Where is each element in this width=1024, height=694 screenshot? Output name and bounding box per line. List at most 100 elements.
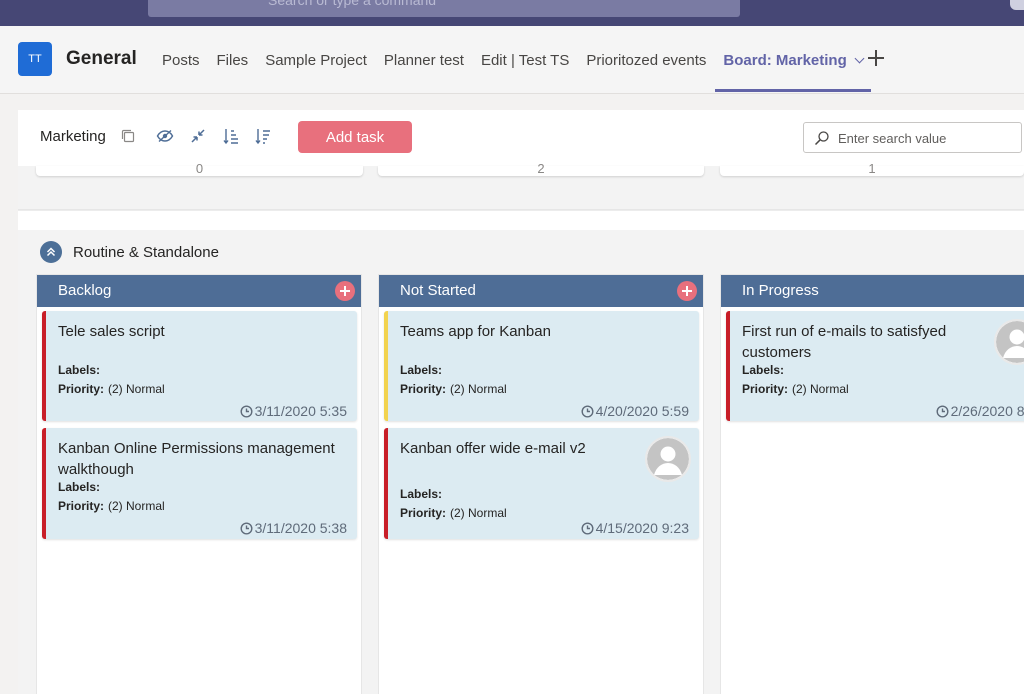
column-header: Backlog [37, 275, 361, 307]
summary-card-in-progress: 1 [720, 161, 1024, 176]
card-title: Kanban offer wide e-mail v2 [400, 440, 586, 457]
channel-tabs: Posts Files Sample Project Planner test … [154, 26, 872, 94]
task-card[interactable]: Kanban Online Permissions management wal… [42, 428, 357, 539]
task-count: 0 [195, 161, 204, 176]
column-in-progress: In Progress First run of e-mails to sati… [720, 274, 1024, 694]
summary-card-not-started: 2 [378, 161, 704, 176]
card-date: 4/15/2020 9:23 [581, 520, 689, 536]
clock-icon [581, 521, 594, 535]
priority-label: Priority: [400, 382, 447, 396]
add-card-icon[interactable] [335, 281, 355, 301]
command-search-bar[interactable]: Search or type a command [148, 0, 740, 17]
board-name: Marketing [40, 128, 106, 145]
board-toolbar: Marketing Add task [18, 110, 1024, 166]
priority-value: (2) Normal [792, 382, 849, 396]
tab-label: Prioritozed events [586, 51, 707, 69]
tab-label: Sample Project [265, 51, 367, 69]
column-title: Not Started [400, 282, 476, 299]
card-title: First run of e-mails to satisfyed custom… [742, 323, 947, 361]
task-card[interactable]: Tele sales script Labels: Priority: (2) N… [42, 311, 357, 421]
tab-board-marketing[interactable]: Board: Marketing [715, 26, 872, 94]
summary-card-backlog: 0 [36, 161, 363, 176]
user-avatar-icon[interactable] [994, 319, 1024, 365]
chevron-down-icon[interactable] [854, 53, 865, 63]
column-backlog: Backlog Tele sales script Labels: Priori… [36, 274, 362, 694]
priority-label: Priority: [58, 499, 105, 513]
column-title: In Progress [742, 282, 819, 299]
card-priority: Priority: (2) Normal [58, 499, 165, 513]
card-priority: Priority: (2) Normal [400, 382, 507, 396]
card-title: Tele sales script [58, 323, 165, 340]
command-search-placeholder: Search or type a command [268, 0, 437, 8]
team-avatar[interactable]: TT [18, 42, 52, 76]
priority-value: (2) Normal [108, 382, 165, 396]
priority-label: Priority: [58, 382, 105, 396]
column-header: Not Started [379, 275, 703, 307]
task-card[interactable]: First run of e-mails to satisfyed custom… [726, 311, 1024, 421]
kanban-board: Marketing Add task 0 2 1 [18, 110, 1024, 694]
clock-icon [581, 404, 594, 418]
add-card-icon[interactable] [677, 281, 697, 301]
sort-descending-icon[interactable] [253, 126, 273, 146]
priority-label: Priority: [400, 506, 447, 520]
collapse-chevron-icon[interactable] [40, 241, 62, 263]
add-tab-icon[interactable] [866, 48, 886, 68]
column-header: In Progress [721, 275, 1024, 307]
card-title: Teams app for Kanban [400, 323, 551, 340]
card-labels: Labels: [400, 363, 443, 377]
priority-value: (2) Normal [108, 499, 165, 513]
card-date: 3/11/2020 5:38 [240, 520, 347, 536]
channel-name: General [66, 48, 137, 69]
card-labels: Labels: [58, 363, 101, 377]
clock-icon [936, 404, 949, 418]
date-text: 3/11/2020 5:35 [254, 403, 347, 419]
tab-label: Board: Marketing [723, 51, 847, 69]
tab-label: Planner test [383, 51, 464, 69]
column-title: Backlog [58, 282, 112, 299]
card-priority: Priority: (2) Normal [400, 506, 507, 520]
tab-sample-project[interactable]: Sample Project [257, 26, 375, 94]
search-box[interactable] [803, 122, 1022, 153]
card-priority: Priority: (2) Normal [742, 382, 849, 396]
swimlane: Routine & Standalone Backlog Tele sales … [18, 230, 1024, 694]
task-card[interactable]: Kanban offer wide e-mail v2 Labels: Prio… [384, 428, 699, 539]
card-labels: Labels: [742, 363, 785, 377]
summary-strip: 0 2 1 [18, 161, 1024, 210]
search-icon [814, 130, 830, 151]
date-text: 4/20/2020 5:59 [595, 403, 689, 419]
tab-label: Files [216, 51, 249, 69]
search-input[interactable] [838, 128, 1013, 148]
task-count: 1 [868, 161, 876, 176]
card-date: 2/26/2020 8:37 [936, 403, 1024, 419]
collapse-icon[interactable] [188, 126, 208, 146]
task-count: 2 [537, 161, 545, 176]
profile-avatar[interactable] [1010, 0, 1024, 10]
tab-prioritozed-events[interactable]: Prioritozed events [578, 26, 714, 94]
tab-edit-test-ts[interactable]: Edit | Test TS [473, 26, 577, 94]
task-card[interactable]: Teams app for Kanban Labels: Priority: (2… [384, 311, 699, 421]
priority-value: (2) Normal [450, 382, 507, 396]
copy-icon[interactable] [118, 126, 138, 146]
priority-value: (2) Normal [450, 506, 507, 520]
column-not-started: Not Started Teams app for Kanban Labels:… [378, 274, 704, 694]
sort-ascending-icon[interactable] [221, 126, 241, 146]
add-task-button[interactable]: Add task [298, 121, 412, 153]
tab-label: Posts [162, 51, 200, 69]
app-top-bar: Search or type a command [0, 0, 1024, 26]
swimlane-title: Routine & Standalone [73, 243, 219, 261]
date-text: 3/11/2020 5:38 [254, 520, 347, 536]
tab-label: Edit | Test TS [480, 51, 570, 69]
divider [18, 210, 1024, 230]
date-text: 4/15/2020 9:23 [595, 520, 689, 536]
swimlane-header: Routine & Standalone [40, 240, 219, 264]
hide-icon[interactable] [155, 126, 175, 146]
clock-icon [240, 521, 253, 535]
tab-posts[interactable]: Posts [154, 26, 208, 94]
tab-planner-test[interactable]: Planner test [376, 26, 472, 94]
tab-files[interactable]: Files [209, 26, 257, 94]
card-priority: Priority: (2) Normal [58, 382, 165, 396]
card-date: 4/20/2020 5:59 [581, 403, 689, 419]
card-labels: Labels: [400, 487, 443, 501]
user-avatar-icon[interactable] [645, 436, 691, 482]
card-title: Kanban Online Permissions management wal… [58, 440, 335, 478]
